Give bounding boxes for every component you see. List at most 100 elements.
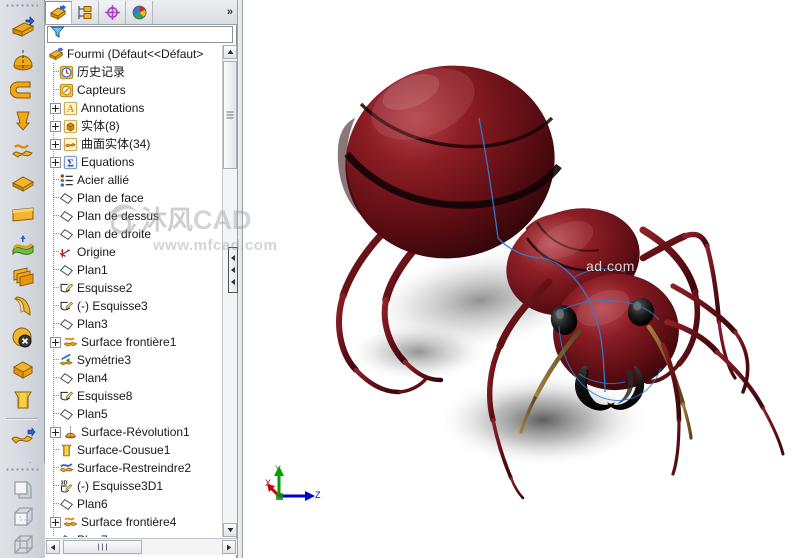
tree-item-12[interactable]: Plan1 <box>45 261 222 279</box>
tree-item-6[interactable]: Σ Equations <box>45 153 222 171</box>
sketch-icon <box>60 300 74 310</box>
extruded-boss-base-button[interactable] <box>0 12 45 43</box>
svg-text:X: X <box>265 478 271 488</box>
scroll-left-button[interactable] <box>46 540 60 554</box>
shaded-view-button[interactable] <box>0 476 45 504</box>
planar-surface-button[interactable] <box>0 198 45 229</box>
replace-face-button[interactable] <box>0 353 45 384</box>
tree-scroll-thumb[interactable] <box>223 61 237 169</box>
tree-horizontal-scrollbar[interactable] <box>45 538 237 555</box>
expand-toggle[interactable] <box>50 426 61 438</box>
hscroll-thumb-grip <box>97 543 109 551</box>
tree-item-8[interactable]: Plan de face <box>45 189 222 207</box>
swept-boss-icon <box>9 80 31 99</box>
fill-surface-icon <box>12 234 33 255</box>
tree-item-7[interactable]: Acier allié <box>45 171 222 189</box>
graphics-viewport[interactable]: Y Z X ad.com <box>243 0 794 558</box>
tree-branch-line <box>50 315 60 333</box>
tree-hscroll-thumb[interactable] <box>63 540 142 554</box>
tree-item-22[interactable]: Surface-Cousue1 <box>45 441 222 459</box>
tree-item-25[interactable]: Plan6 <box>45 495 222 513</box>
tree-item-label: (-) Esquisse3D1 <box>77 479 164 493</box>
expand-toggle[interactable] <box>50 102 61 114</box>
material-icon <box>60 173 73 187</box>
tree-item-2[interactable]: Capteurs <box>45 81 222 99</box>
expand-toggle[interactable] <box>50 516 61 528</box>
tree-branch-line <box>50 171 60 189</box>
tree-item-26[interactable]: Surface frontière4 <box>45 513 222 531</box>
sensors-icon <box>59 83 74 97</box>
scroll-up-button[interactable] <box>223 45 237 59</box>
offset-surface-button[interactable] <box>0 260 45 291</box>
revolved-boss-base-button[interactable] <box>0 43 45 74</box>
sketch-icon <box>60 282 74 292</box>
toolbar-drag-grip[interactable] <box>6 1 38 10</box>
tree-item-label: Esquisse2 <box>77 281 133 295</box>
property-manager-tab[interactable] <box>72 0 99 24</box>
tree-root-row[interactable]: Fourmi (Défaut<<Défaut> <box>45 45 222 63</box>
tree-item-13[interactable]: Esquisse2 <box>45 279 222 297</box>
tree-item-17[interactable]: Symétrie3 <box>45 351 222 369</box>
tree-item-label: Surface-Restreindre2 <box>77 461 192 475</box>
scroll-thumb-grip <box>226 110 234 121</box>
tree-item-10[interactable]: Plan de droite <box>45 225 222 243</box>
svg-text:Y: Y <box>275 464 281 474</box>
tree-item-23[interactable]: Surface-Restreindre2 <box>45 459 222 477</box>
ant-model-render: Y Z X <box>265 65 785 501</box>
feature-manager-panel: » Fourmi (Défaut<<Défaut> 历史记录 Capteurs … <box>45 0 277 558</box>
coordinate-triad: Y Z X <box>265 464 321 501</box>
scroll-down-button[interactable] <box>223 523 237 537</box>
tree-item-1[interactable]: 历史记录 <box>45 63 222 81</box>
tree-item-18[interactable]: Plan4 <box>45 369 222 387</box>
thicken-button[interactable] <box>0 384 45 415</box>
expand-toggle[interactable] <box>50 120 61 132</box>
tree-item-label: Surface-Révolution1 <box>81 425 190 439</box>
tree-branch-line <box>50 441 60 459</box>
tree-item-11[interactable]: Origine <box>45 243 222 261</box>
lofted-boss-base-button[interactable] <box>0 105 45 136</box>
wireframe-view-button[interactable] <box>0 532 45 558</box>
tree-item-21[interactable]: Surface-Révolution1 <box>45 423 222 441</box>
hidden-lines-visible-button[interactable] <box>0 504 45 532</box>
tree-item-15[interactable]: Plan3 <box>45 315 222 333</box>
tree-item-19[interactable]: Esquisse8 <box>45 387 222 405</box>
tabs-overflow-button[interactable]: » <box>227 6 237 18</box>
feature-filter-input[interactable] <box>65 28 232 41</box>
tree-item-16[interactable]: Surface frontière1 <box>45 333 222 351</box>
extruded-cut-button[interactable] <box>0 167 45 198</box>
fill-surface-button[interactable] <box>0 229 45 260</box>
tree-item-label: 曲面实体(34) <box>81 137 151 151</box>
configuration-manager-tab[interactable] <box>99 0 126 24</box>
tree-item-27[interactable]: Plan7 <box>45 531 222 537</box>
tree-item-label: Annotations <box>81 101 145 115</box>
delete-face-button[interactable] <box>0 322 45 353</box>
view-toolbar-drag-grip[interactable] <box>6 465 39 474</box>
feature-tree-tab[interactable] <box>45 0 72 24</box>
tree-item-5[interactable]: 曲面实体(34) <box>45 135 222 153</box>
trim-surface-icon <box>59 462 74 472</box>
expand-toggle[interactable] <box>50 336 61 348</box>
svg-text:Σ: Σ <box>67 158 74 169</box>
tree-item-3[interactable]: A Annotations <box>45 99 222 117</box>
tree-item-14[interactable]: (-) Esquisse3 <box>45 297 222 315</box>
swept-boss-base-button[interactable] <box>0 74 45 105</box>
boundary-boss-base-button[interactable] <box>0 136 45 167</box>
mirror-icon <box>59 353 73 365</box>
history-icon <box>59 65 74 79</box>
tree-item-4[interactable]: 实体(8) <box>45 117 222 135</box>
tree-item-label: Symétrie3 <box>77 353 132 367</box>
expand-toggle[interactable] <box>50 138 61 150</box>
ruled-surface-button[interactable] <box>0 291 45 322</box>
offset-surface-icon <box>13 266 33 287</box>
tree-item-24[interactable]: 3D (-) Esquisse3D1 <box>45 477 222 495</box>
panel-collapse-handle[interactable] <box>228 247 238 293</box>
display-manager-tab[interactable] <box>126 0 153 24</box>
feature-filter-bar[interactable] <box>47 26 233 43</box>
expand-toggle[interactable] <box>50 156 61 168</box>
tree-item-label: Origine <box>77 245 116 259</box>
hidden-lines-cube-icon <box>13 507 33 526</box>
tree-item-20[interactable]: Plan5 <box>45 405 222 423</box>
move-face-button[interactable] <box>0 423 45 454</box>
scroll-right-button[interactable] <box>222 540 236 554</box>
tree-item-9[interactable]: Plan de dessus <box>45 207 222 225</box>
